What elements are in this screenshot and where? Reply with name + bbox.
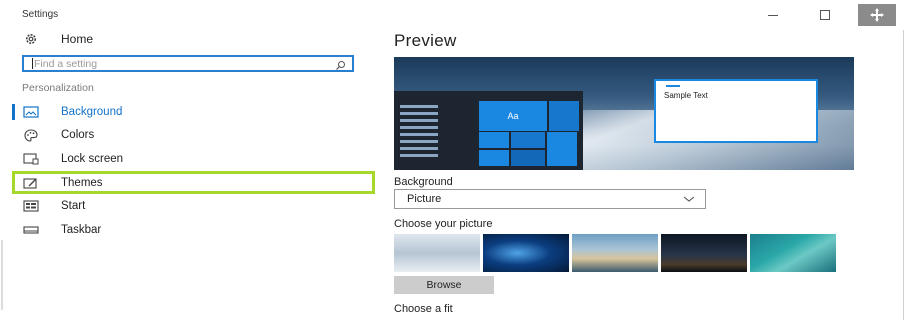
section-heading-personalization: Personalization xyxy=(22,82,94,94)
nav-home-label: Home xyxy=(61,32,94,46)
maximize-button[interactable] xyxy=(812,6,838,24)
themes-highlight-box xyxy=(12,171,375,194)
nav-item-label: Colors xyxy=(61,129,95,141)
nav-item-background[interactable]: Background xyxy=(22,102,122,122)
title-bar: Settings xyxy=(0,0,907,30)
nav-item-label: Start xyxy=(61,200,86,212)
picture-thumbnails xyxy=(394,234,838,272)
window-edge xyxy=(1,240,3,310)
picture-thumbnail[interactable] xyxy=(572,234,658,272)
window-edge xyxy=(903,30,904,320)
minimize-button[interactable] xyxy=(760,6,786,24)
gear-icon xyxy=(22,32,40,46)
taskbar-icon xyxy=(22,223,40,237)
picture-thumbnail[interactable] xyxy=(661,234,747,272)
chevron-down-icon xyxy=(683,194,695,207)
sample-text: Sample Text xyxy=(664,91,708,100)
picture-icon xyxy=(22,105,40,119)
active-item-indicator xyxy=(12,104,15,120)
background-dropdown[interactable]: Picture xyxy=(394,189,706,209)
choose-picture-label: Choose your picture xyxy=(394,218,493,230)
start-grid-icon xyxy=(22,199,40,213)
preview-start-list xyxy=(400,101,438,167)
preview-image: Aa Sample Text xyxy=(394,57,854,170)
window-title: Settings xyxy=(22,9,59,20)
preview-tiles xyxy=(479,132,579,167)
browse-button[interactable]: Browse xyxy=(394,276,494,294)
settings-window: Settings Home Personalization xyxy=(0,0,907,320)
sample-window-accent xyxy=(666,85,680,87)
text-caret xyxy=(32,58,33,69)
nav-item-label: Taskbar xyxy=(61,224,102,236)
search-input[interactable] xyxy=(34,57,324,70)
lock-screen-icon xyxy=(22,152,40,166)
background-label: Background xyxy=(394,176,453,188)
background-dropdown-value: Picture xyxy=(407,193,442,205)
preview-sample-window: Sample Text xyxy=(654,79,818,143)
nav-item-label: Background xyxy=(61,106,123,118)
move-arrows-icon xyxy=(870,8,884,22)
picture-thumbnail[interactable] xyxy=(394,234,480,272)
choose-fit-label: Choose a fit xyxy=(394,303,453,315)
search-icon[interactable] xyxy=(335,58,346,76)
search-box[interactable] xyxy=(22,55,354,72)
preview-tile-secondary xyxy=(549,101,579,131)
preview-title: Preview xyxy=(394,31,457,50)
preview-tile: Aa xyxy=(479,101,547,131)
picture-thumbnail[interactable] xyxy=(750,234,836,272)
nav-item-colors[interactable]: Colors xyxy=(22,125,94,145)
nav-item-label: Lock screen xyxy=(61,153,124,165)
palette-icon xyxy=(22,128,40,142)
nav-item-lock-screen[interactable]: Lock screen xyxy=(22,149,123,169)
picture-thumbnail[interactable] xyxy=(483,234,569,272)
move-handle[interactable] xyxy=(858,4,896,26)
nav-item-taskbar[interactable]: Taskbar xyxy=(22,220,101,240)
nav-item-start[interactable]: Start xyxy=(22,196,85,216)
nav-home[interactable]: Home xyxy=(22,29,93,49)
